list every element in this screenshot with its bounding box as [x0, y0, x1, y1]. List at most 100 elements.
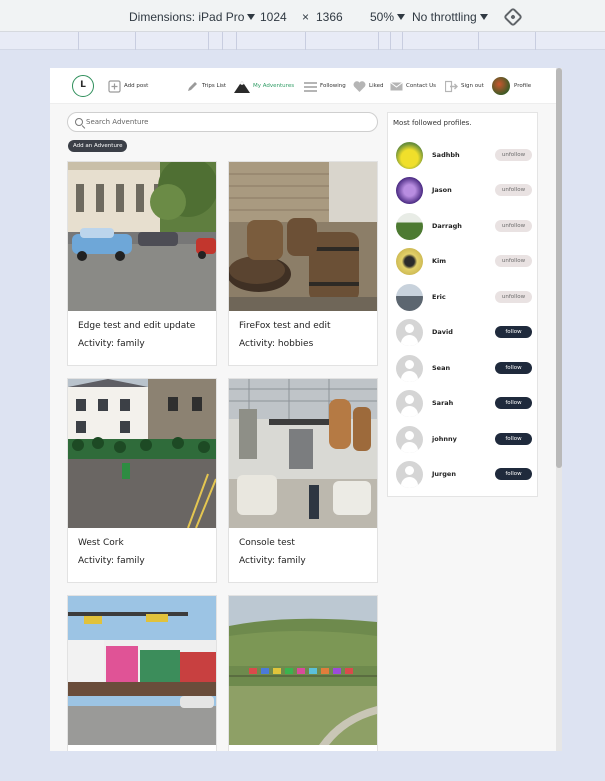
unfollow-button[interactable]: unfollow — [495, 184, 532, 196]
adventure-card[interactable]: FireFox test and edit Activity: hobbies — [228, 161, 378, 366]
avatar[interactable] — [396, 284, 423, 311]
follow-button[interactable]: follow — [495, 362, 532, 374]
profile-name[interactable]: Jurgen — [432, 470, 456, 478]
avatar[interactable] — [396, 390, 423, 417]
profile-row: Sarah follow — [388, 390, 539, 420]
nav-contact-us[interactable]: Contact Us — [390, 79, 436, 93]
avatar[interactable] — [396, 213, 423, 240]
width-input[interactable]: 1024 — [260, 10, 287, 24]
site-logo[interactable]: L — [72, 75, 94, 97]
times-sign: × — [302, 10, 310, 24]
avatar[interactable] — [396, 319, 423, 346]
envelope-icon — [390, 80, 403, 93]
nav-liked-label: Liked — [369, 83, 384, 89]
nav-add-post-label: Add post — [124, 83, 149, 89]
adventure-activity: Activity: hobbies — [239, 339, 314, 349]
avatar[interactable] — [396, 248, 423, 275]
search-input[interactable] — [86, 115, 366, 129]
avatar[interactable] — [396, 177, 423, 204]
adventure-title: Console test — [239, 538, 295, 548]
scrollbar[interactable] — [556, 68, 562, 751]
adventure-card[interactable] — [228, 595, 378, 751]
nav-following-label: Following — [320, 83, 346, 89]
profile-name[interactable]: Sean — [432, 364, 450, 372]
profile-name[interactable]: johnny — [432, 435, 457, 443]
profile-name[interactable]: Jason — [432, 186, 452, 194]
most-followed-profiles: Most followed profiles. Sadhbh unfollow … — [387, 112, 538, 497]
profile-name[interactable]: Sarah — [432, 399, 453, 407]
follow-button[interactable]: follow — [495, 433, 532, 445]
adventure-title: Edge test and edit update — [78, 321, 196, 331]
nav-sign-out-label: Sign out — [461, 83, 484, 89]
follow-button[interactable]: follow — [495, 326, 532, 338]
profile-row: Sadhbh unfollow — [388, 142, 539, 172]
dimensions-dropdown[interactable]: Dimensions: iPad Pro — [129, 10, 256, 24]
adventure-activity: Activity: family — [239, 556, 306, 566]
profile-name[interactable]: David — [432, 328, 453, 336]
profile-row: David follow — [388, 319, 539, 349]
profile-row: Eric unfollow — [388, 284, 539, 314]
nav-trips-list-label: Trips List — [202, 83, 227, 89]
unfollow-button[interactable]: unfollow — [495, 220, 532, 232]
follow-button[interactable]: follow — [495, 397, 532, 409]
nav-following[interactable]: Following — [304, 79, 346, 93]
chevron-down-icon — [247, 14, 256, 20]
search-icon — [75, 118, 83, 126]
mountain-icon — [234, 80, 250, 93]
scrollbar-thumb[interactable] — [556, 68, 562, 468]
adventure-card[interactable]: Console test Activity: family — [228, 378, 378, 583]
unfollow-button[interactable]: unfollow — [495, 255, 532, 267]
nav-trips-list[interactable]: Trips List — [186, 79, 226, 93]
height-input[interactable]: 1366 — [316, 10, 343, 24]
profile-name[interactable]: Kim — [432, 257, 446, 265]
adventure-image — [68, 596, 216, 745]
nav-contact-us-label: Contact Us — [406, 83, 437, 89]
nav-profile-label: Profile — [514, 83, 532, 89]
profile-name[interactable]: Sadhbh — [432, 151, 460, 159]
nav-my-adventures[interactable]: My Adventures — [234, 79, 294, 93]
avatar[interactable] — [396, 142, 423, 169]
adventure-image — [229, 596, 377, 745]
profile-row: johnny follow — [388, 426, 539, 456]
avatar[interactable] — [396, 426, 423, 453]
main-content: Add an Adventure — [50, 104, 556, 751]
device-viewport: L Add post Trips List My Adventures Foll… — [50, 68, 562, 751]
nav-sign-out[interactable]: Sign out — [444, 79, 484, 93]
pencil-icon — [186, 80, 199, 93]
avatar[interactable] — [396, 461, 423, 488]
profile-row: Jurgen follow — [388, 461, 539, 491]
plus-square-icon — [108, 79, 121, 93]
avatar[interactable] — [396, 355, 423, 382]
profile-name[interactable]: Darragh — [432, 222, 462, 230]
chevron-down-icon — [397, 14, 406, 20]
heart-icon — [353, 80, 366, 93]
profile-name[interactable]: Eric — [432, 293, 446, 301]
adventure-card[interactable]: West Cork Activity: family — [67, 378, 217, 583]
profile-row: Sean follow — [388, 355, 539, 385]
unfollow-button[interactable]: unfollow — [495, 149, 532, 161]
nav-profile[interactable]: Profile — [492, 76, 531, 96]
navbar: L Add post Trips List My Adventures Foll… — [50, 68, 556, 104]
sign-out-icon — [444, 80, 458, 93]
nav-liked[interactable]: Liked — [353, 79, 383, 93]
profiles-title: Most followed profiles. — [393, 119, 472, 127]
adventure-card[interactable]: Edge test and edit update Activity: fami… — [67, 161, 217, 366]
adventure-activity: Activity: family — [78, 556, 145, 566]
devtools-toolbar: Dimensions: iPad Pro 1024 × 1366 50% No … — [0, 0, 605, 32]
profile-row: Darragh unfollow — [388, 213, 539, 243]
zoom-label: 50% — [370, 10, 395, 24]
search-bar[interactable] — [67, 112, 378, 132]
unfollow-button[interactable]: unfollow — [495, 291, 532, 303]
throttling-dropdown[interactable]: No throttling — [412, 10, 488, 24]
rotate-icon[interactable] — [503, 7, 523, 27]
nav-add-post[interactable]: Add post — [108, 79, 148, 93]
adventure-title: West Cork — [78, 538, 124, 548]
adventure-image — [68, 379, 216, 528]
profile-row: Jason unfollow — [388, 177, 539, 207]
add-adventure-button[interactable]: Add an Adventure — [68, 140, 128, 152]
adventure-card[interactable] — [67, 595, 217, 751]
dimensions-label: Dimensions: iPad Pro — [129, 10, 245, 24]
zoom-dropdown[interactable]: 50% — [370, 10, 406, 24]
follow-button[interactable]: follow — [495, 468, 532, 480]
adventure-activity: Activity: family — [78, 339, 145, 349]
